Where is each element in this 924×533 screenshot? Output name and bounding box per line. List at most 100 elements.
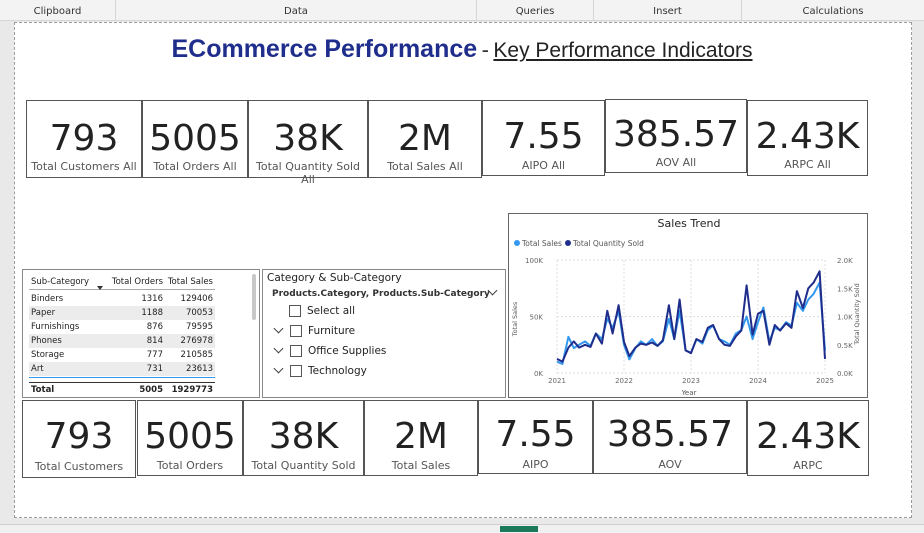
slicer-item-technology[interactable]: Technology — [273, 363, 367, 377]
kpi-value: 7.55 — [495, 414, 576, 455]
active-page-tab[interactable] — [500, 526, 538, 532]
kpi-value: 385.57 — [613, 114, 739, 155]
sort-desc-icon[interactable] — [97, 286, 103, 290]
table-scrollbar[interactable] — [252, 274, 256, 320]
kpi-value: 793 — [49, 118, 119, 159]
y-tick-label: 0K — [534, 370, 543, 378]
report-title: ECommerce Performance - Key Performance … — [0, 35, 924, 64]
kpi-card-sales[interactable]: 2M Total Sales — [364, 400, 478, 476]
kpi-label: ARPC — [793, 459, 823, 472]
x-tick-label: 2024 — [749, 377, 767, 385]
kpi-label: ARPC All — [784, 158, 831, 171]
kpi-label: Total Customers All — [31, 160, 137, 173]
chart-title: Sales Trend — [658, 217, 721, 230]
kpi-value: 5005 — [144, 416, 236, 457]
y-axis-title: Total Sales — [511, 301, 519, 337]
expand-chevron-icon[interactable] — [273, 343, 284, 353]
kpi-card-aipo-all[interactable]: 7.55 AIPO All — [482, 100, 605, 176]
slicer-item-label: Office Supplies — [308, 345, 387, 357]
kpi-card-aov-all[interactable]: 385.57 AOV All — [605, 99, 747, 173]
kpi-label: Total Orders All — [153, 160, 237, 173]
cell-total-sales: 1929773 — [171, 385, 213, 395]
table-row[interactable]: Binders 1316 129406 — [29, 292, 215, 306]
y2-axis-title: Total Quantity Sold — [853, 283, 861, 345]
kpi-value: 2M — [398, 118, 452, 159]
expand-chevron-icon[interactable] — [273, 363, 284, 373]
subcategory-table[interactable]: Sub-Category Total Orders Total Sales Bi… — [22, 269, 260, 398]
table-row[interactable]: Paper 1188 70053 — [29, 306, 215, 320]
kpi-label: Total Orders — [156, 459, 224, 472]
kpi-card-arpc-all[interactable]: 2.43K ARPC All — [747, 100, 868, 176]
kpi-card-orders-all[interactable]: 5005 Total Orders All — [142, 100, 248, 178]
kpi-label: Total Quantity Sold All — [256, 160, 360, 186]
ribbon-group-data[interactable]: Data — [116, 0, 477, 20]
cell-subcategory: Furnishings — [31, 322, 80, 332]
kpi-value: 2.43K — [756, 416, 860, 457]
sales-trend-chart[interactable]: Sales Trend Total Sales Total Quantity S… — [508, 213, 868, 398]
x-tick-label: 2021 — [548, 377, 566, 385]
slicer-item-office-supplies[interactable]: Office Supplies — [273, 343, 387, 357]
y2-tick-label: 1.5K — [837, 285, 853, 293]
legend-swatch-quantity — [565, 240, 571, 246]
table-header-subcategory[interactable]: Sub-Category — [31, 275, 89, 289]
table-header-orders[interactable]: Total Orders — [112, 275, 163, 289]
kpi-card-aov[interactable]: 385.57 AOV — [593, 400, 747, 474]
slicer-select-all[interactable]: Select all — [289, 305, 355, 317]
cell-total-orders: 5005 — [139, 385, 163, 395]
kpi-card-quantity-all[interactable]: 38K Total Quantity Sold All — [248, 100, 368, 186]
kpi-card-quantity[interactable]: 38K Total Quantity Sold — [243, 400, 364, 476]
y-tick-label: 100K — [525, 257, 543, 265]
kpi-card-customers-all[interactable]: 793 Total Customers All — [26, 100, 142, 178]
legend-label-quantity[interactable]: Total Quantity Sold — [572, 239, 644, 248]
cell-orders: 777 — [146, 350, 163, 360]
expand-chevron-icon[interactable] — [273, 323, 284, 333]
checkbox-icon[interactable] — [290, 345, 302, 357]
slicer-item-furniture[interactable]: Furniture — [273, 323, 355, 337]
cell-sales: 210585 — [180, 350, 213, 360]
chart-gridlines — [556, 259, 826, 374]
cell-subcategory: Paper — [31, 308, 56, 318]
table-scroll-divider — [29, 377, 215, 381]
cell-sales: 129406 — [180, 294, 213, 304]
kpi-value: 7.55 — [503, 116, 584, 157]
x-tick-label: 2025 — [816, 377, 834, 385]
kpi-card-orders[interactable]: 5005 Total Orders — [137, 400, 243, 476]
kpi-value: 38K — [273, 118, 343, 159]
table-header-row: Sub-Category Total Orders Total Sales — [29, 275, 215, 290]
kpi-card-sales-all[interactable]: 2M Total Sales All — [368, 100, 482, 178]
kpi-value: 38K — [268, 416, 339, 457]
cell-total-label: Total — [31, 385, 55, 395]
cell-subcategory: Phones — [31, 336, 62, 346]
kpi-card-arpc[interactable]: 2.43K ARPC — [747, 400, 869, 476]
ribbon-group-calculations[interactable]: Calculations — [742, 0, 924, 20]
checkbox-icon[interactable] — [290, 365, 302, 377]
kpi-label: AIPO — [522, 458, 549, 471]
y-tick-label: 50K — [530, 314, 544, 322]
kpi-card-aipo[interactable]: 7.55 AIPO — [478, 400, 593, 474]
slicer-field-name: Products.Category, Products.Sub-Category — [272, 289, 490, 299]
ribbon-group-clipboard[interactable]: Clipboard — [0, 0, 116, 20]
cell-sales: 276978 — [180, 336, 213, 346]
table-row[interactable]: Storage 777 210585 — [29, 348, 215, 362]
checkbox-icon[interactable] — [290, 325, 302, 337]
kpi-label: AOV — [658, 458, 682, 471]
checkbox-icon[interactable] — [289, 305, 301, 317]
cell-subcategory: Binders — [31, 294, 64, 304]
cell-orders: 814 — [146, 336, 163, 346]
category-slicer[interactable]: Category & Sub-Category Products.Categor… — [262, 269, 506, 398]
kpi-label: Total Customers — [34, 460, 124, 473]
table-row[interactable]: Phones 814 276978 — [29, 334, 215, 348]
kpi-value: 793 — [44, 416, 114, 457]
cell-subcategory: Storage — [31, 350, 65, 360]
y2-tick-label: 0.0K — [837, 370, 853, 378]
table-header-sales[interactable]: Total Sales — [168, 275, 213, 289]
ribbon-group-insert[interactable]: Insert — [594, 0, 742, 20]
kpi-card-customers[interactable]: 793 Total Customers — [22, 400, 136, 478]
cell-sales: 70053 — [185, 308, 213, 318]
table-row[interactable]: Art 731 23613 — [29, 362, 215, 376]
legend-label-sales[interactable]: Total Sales — [521, 239, 562, 248]
kpi-label: AOV All — [655, 156, 697, 169]
kpi-value: 5005 — [149, 118, 241, 159]
ribbon-group-queries[interactable]: Queries — [477, 0, 594, 20]
table-row[interactable]: Furnishings 876 79595 — [29, 320, 215, 334]
